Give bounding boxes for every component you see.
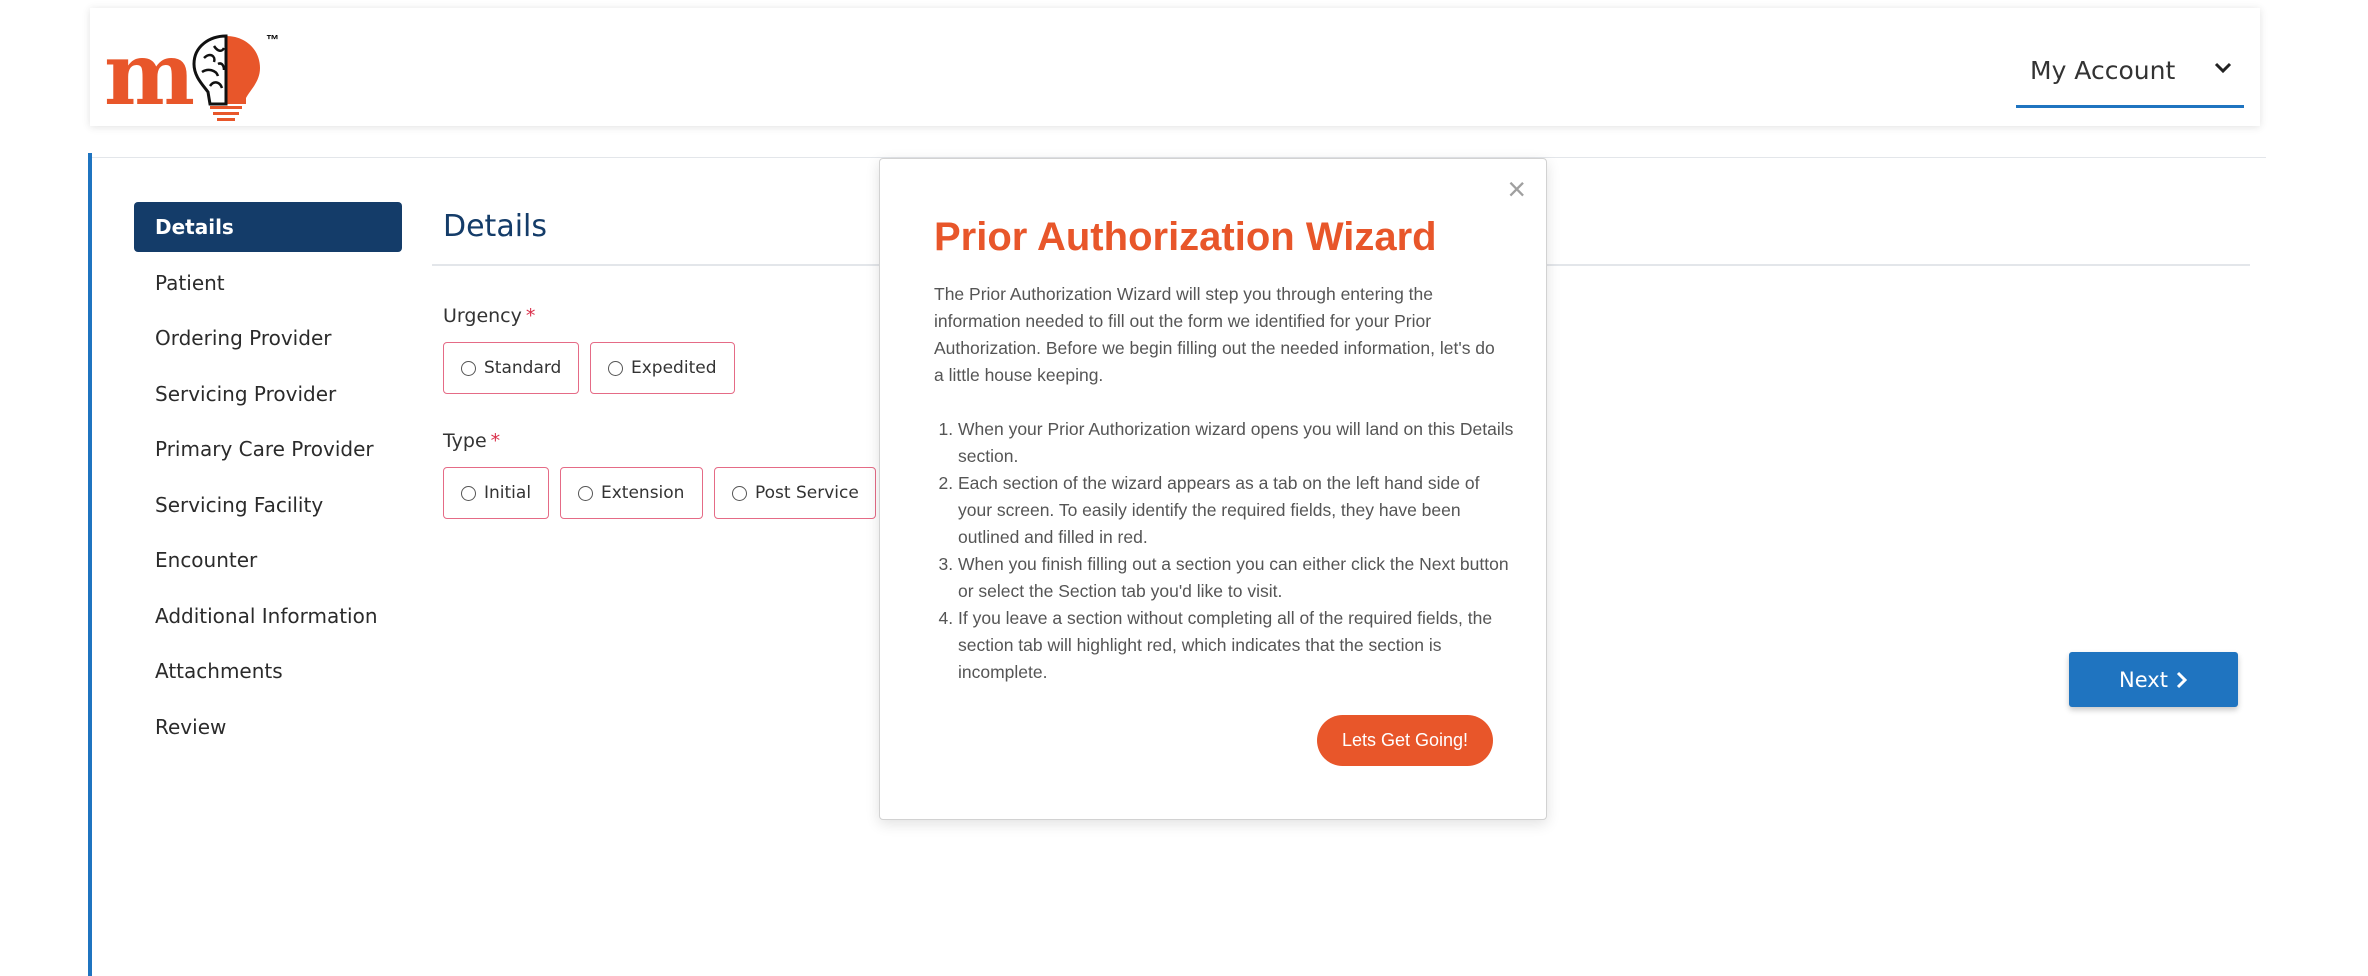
urgency-label: Urgency * <box>443 305 535 327</box>
app-header: m ™ My Account <box>90 8 2260 126</box>
required-asterisk: * <box>525 305 536 327</box>
my-account-label: My Account <box>2030 56 2176 85</box>
my-account-dropdown[interactable]: My Account <box>2016 38 2244 108</box>
modal-step: When you finish filling out a section yo… <box>958 551 1514 605</box>
type-label: Type * <box>443 430 500 452</box>
modal-step: Each section of the wizard appears as a … <box>958 470 1514 551</box>
sidebar-item-servicing-provider[interactable]: Servicing Provider <box>134 369 402 419</box>
radio-icon <box>608 360 623 376</box>
option-label: Extension <box>601 483 685 503</box>
sidebar-item-ordering-provider[interactable]: Ordering Provider <box>134 313 402 363</box>
modal-intro: The Prior Authorization Wizard will step… <box>934 284 1495 385</box>
radio-icon <box>578 485 593 501</box>
sidebar-item-patient[interactable]: Patient <box>134 258 402 308</box>
urgency-option-expedited[interactable]: Expedited <box>590 342 735 394</box>
type-option-post-service[interactable]: Post Service <box>714 467 876 519</box>
sidebar-item-servicing-facility[interactable]: Servicing Facility <box>134 480 402 530</box>
sidebar-item-details[interactable]: Details <box>134 202 402 252</box>
next-button[interactable]: Next <box>2069 652 2238 707</box>
sidebar-item-primary-care-provider[interactable]: Primary Care Provider <box>134 424 402 474</box>
modal-steps-list: When your Prior Authorization wizard ope… <box>934 416 1514 686</box>
main-left-border <box>88 153 92 976</box>
option-label: Expedited <box>631 358 717 378</box>
option-label: Standard <box>484 358 562 378</box>
brand-logo[interactable]: m ™ <box>104 22 284 122</box>
radio-icon <box>732 485 747 501</box>
sidebar-item-encounter[interactable]: Encounter <box>134 535 402 585</box>
wizard-sidebar: Details Patient Ordering Provider Servic… <box>134 202 402 757</box>
close-icon[interactable]: × <box>1507 173 1526 205</box>
radio-icon <box>461 485 476 501</box>
sidebar-item-additional-information[interactable]: Additional Information <box>134 591 402 641</box>
next-button-label: Next <box>2119 667 2168 692</box>
radio-icon <box>461 360 476 376</box>
type-option-initial[interactable]: Initial <box>443 467 549 519</box>
modal-step: When your Prior Authorization wizard ope… <box>958 416 1514 470</box>
prior-auth-wizard-modal: × Prior Authorization Wizard The Prior A… <box>879 158 1547 820</box>
option-label: Initial <box>484 483 532 503</box>
modal-step: If you leave a section without completin… <box>958 605 1514 686</box>
lets-get-going-button[interactable]: Lets Get Going! <box>1317 715 1493 766</box>
required-asterisk: * <box>490 430 501 452</box>
trademark-symbol: ™ <box>266 32 279 47</box>
type-label-text: Type <box>443 430 487 452</box>
chevron-down-icon <box>2214 62 2232 74</box>
urgency-label-text: Urgency <box>443 305 522 327</box>
modal-title: Prior Authorization Wizard <box>934 215 1437 259</box>
section-title: Details <box>443 209 548 244</box>
urgency-option-standard[interactable]: Standard <box>443 342 579 394</box>
brain-bulb-icon <box>192 34 260 121</box>
sidebar-item-attachments[interactable]: Attachments <box>134 646 402 696</box>
sidebar-item-review[interactable]: Review <box>134 702 402 752</box>
chevron-right-icon <box>2176 671 2188 688</box>
logo-letter: m <box>104 24 195 125</box>
option-label: Post Service <box>755 483 859 503</box>
type-option-extension[interactable]: Extension <box>560 467 703 519</box>
